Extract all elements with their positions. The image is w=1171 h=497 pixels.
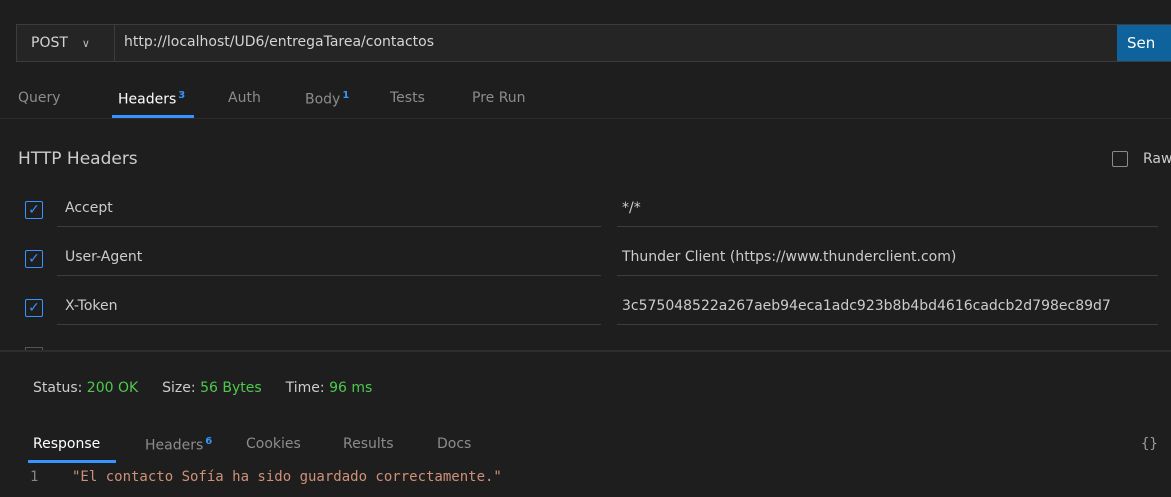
- tab-headers[interactable]: Headers 3: [118, 90, 185, 108]
- tab-label: Results: [343, 436, 394, 452]
- checkmark-icon: ✓: [28, 202, 40, 218]
- size-info: Size: 56 Bytes: [162, 380, 261, 396]
- response-body-text: "El contacto Sofía ha sido guardado corr…: [72, 469, 502, 485]
- header-checkbox-user-agent[interactable]: ✓: [25, 250, 43, 268]
- tab-badge: 3: [178, 90, 186, 101]
- response-status-bar: Status: 200 OK Size: 56 Bytes Time: 96 m…: [33, 380, 372, 396]
- header-checkbox-x-token[interactable]: ✓: [25, 299, 43, 317]
- field-underline: [617, 226, 1158, 227]
- status-info: Status: 200 OK: [33, 380, 138, 396]
- response-tab-docs[interactable]: Docs: [437, 436, 471, 452]
- header-checkbox-accept[interactable]: ✓: [25, 201, 43, 219]
- panel-splitter[interactable]: [0, 350, 1171, 352]
- tab-label: Headers: [118, 91, 177, 108]
- response-tab-headers[interactable]: Headers 6: [145, 436, 212, 454]
- braces-icon[interactable]: {}: [1141, 436, 1158, 452]
- tab-pre-run[interactable]: Pre Run: [472, 90, 526, 106]
- method-label: POST: [31, 35, 68, 51]
- field-underline: [57, 275, 601, 276]
- tab-body[interactable]: Body 1: [305, 90, 349, 108]
- tab-badge: 6: [205, 436, 213, 447]
- field-underline: [57, 324, 601, 325]
- status-value: 200 OK: [86, 380, 139, 396]
- header-value-input[interactable]: Thunder Client (https://www.thunderclien…: [622, 249, 956, 265]
- checkmark-icon: ✓: [28, 251, 40, 267]
- tab-label: Query: [18, 90, 61, 106]
- response-tab-cookies[interactable]: Cookies: [246, 436, 301, 452]
- time-value: 96 ms: [329, 380, 373, 396]
- time-label: Time:: [285, 380, 325, 396]
- line-number: 1: [30, 469, 39, 485]
- tab-label: Auth: [228, 90, 261, 106]
- header-key-input[interactable]: Accept: [65, 200, 113, 216]
- response-tab-response[interactable]: Response: [33, 436, 100, 452]
- tab-label: Response: [33, 436, 101, 452]
- url-input[interactable]: http://localhost/UD6/entregaTarea/contac…: [124, 34, 434, 50]
- raw-label: Raw: [1143, 151, 1171, 167]
- status-label: Status:: [33, 380, 83, 396]
- field-underline: [617, 275, 1158, 276]
- active-response-tab-indicator: [28, 460, 116, 463]
- send-button[interactable]: Sen: [1117, 25, 1171, 61]
- tab-label: Tests: [390, 90, 425, 106]
- header-key-input[interactable]: X-Token: [65, 298, 118, 314]
- tab-tests[interactable]: Tests: [390, 90, 425, 106]
- header-value-input[interactable]: 3c575048522a267aeb94eca1adc923b8b4bd4616…: [622, 298, 1111, 314]
- section-title: HTTP Headers: [18, 149, 138, 169]
- tab-label: Docs: [437, 436, 472, 452]
- checkmark-icon: ✓: [28, 300, 40, 316]
- chevron-down-icon: ∨: [81, 36, 90, 50]
- tab-label: Body: [305, 91, 341, 108]
- header-key-input[interactable]: User-Agent: [65, 249, 142, 265]
- tab-auth[interactable]: Auth: [228, 90, 261, 106]
- response-tab-results[interactable]: Results: [343, 436, 394, 452]
- tab-query[interactable]: Query: [18, 90, 61, 106]
- size-label: Size:: [162, 380, 196, 396]
- field-underline: [57, 226, 601, 227]
- header-value-input[interactable]: */*: [622, 200, 641, 216]
- tab-label: Pre Run: [472, 90, 526, 106]
- size-value: 56 Bytes: [200, 380, 262, 396]
- method-select[interactable]: POST ∨: [17, 25, 115, 61]
- raw-checkbox[interactable]: [1112, 151, 1128, 167]
- tab-badge: 1: [342, 90, 350, 101]
- tabs-divider: [0, 118, 1171, 119]
- tab-label: Headers: [145, 437, 204, 454]
- time-info: Time: 96 ms: [286, 380, 373, 396]
- tab-label: Cookies: [246, 436, 301, 452]
- field-underline: [617, 324, 1158, 325]
